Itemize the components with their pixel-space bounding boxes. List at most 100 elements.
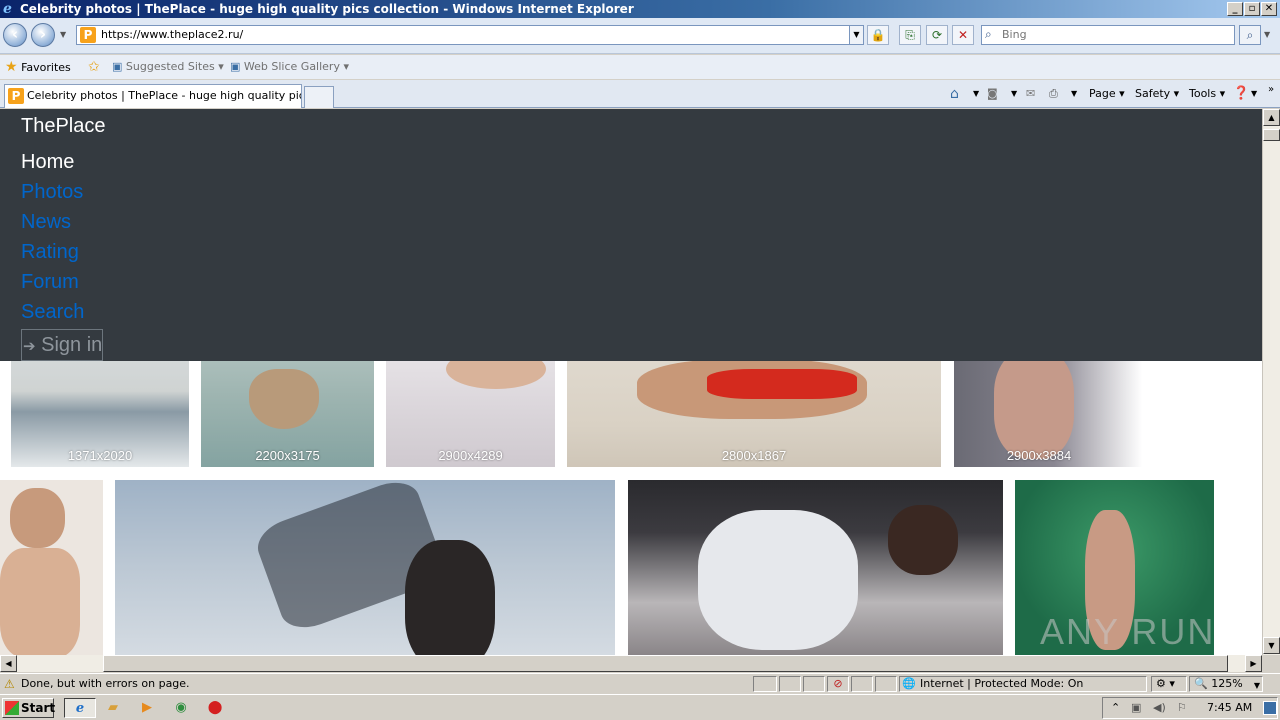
recent-pages-dropdown-icon[interactable]: ▼	[60, 30, 66, 39]
scroll-left-icon[interactable]: ◀	[0, 655, 17, 672]
nav-home[interactable]: Home	[21, 151, 74, 174]
back-button[interactable]: ‹	[3, 23, 27, 47]
address-bar[interactable]: P https://www.theplace2.ru/ ▼	[76, 25, 864, 45]
status-cell	[851, 676, 873, 692]
photo-figure	[707, 369, 857, 399]
ie-page-icon: ▣	[230, 60, 241, 73]
stop-icon[interactable]: ✕	[952, 25, 974, 45]
lock-icon[interactable]: 🔒	[867, 25, 889, 45]
site-brand[interactable]: ThePlace	[21, 115, 106, 138]
photo-thumbnail[interactable]	[628, 480, 1003, 655]
photo-figure	[249, 369, 319, 429]
suggested-sites-button[interactable]: ▣ Suggested Sites ▾	[112, 59, 224, 75]
feeds-icon[interactable]: ◙	[987, 86, 998, 102]
status-bar: ⚠ Done, but with errors on page. ⊘ 🌐 Int…	[0, 673, 1280, 693]
minimize-button[interactable]: _	[1227, 2, 1243, 16]
folder-icon[interactable]: ▰	[103, 698, 123, 718]
hscroll-thumb[interactable]	[103, 655, 1228, 672]
scrollbar-corner	[1262, 655, 1280, 672]
tab-bar: P Celebrity photos | ThePlace - huge hig…	[0, 80, 1280, 108]
web-slice-gallery-button[interactable]: ▣ Web Slice Gallery ▾	[230, 59, 349, 75]
photo-thumbnail[interactable]	[0, 480, 103, 655]
compatibility-view-icon[interactable]: ⎘	[899, 25, 921, 45]
scroll-thumb[interactable]	[1263, 129, 1280, 141]
ie-page-icon: ▣	[112, 60, 123, 73]
ie-taskbar-icon[interactable]: e	[64, 698, 96, 718]
chrome-icon[interactable]: ◉	[171, 698, 191, 718]
network-icon[interactable]: ▣	[1131, 698, 1141, 718]
warning-icon[interactable]: ⚠	[4, 675, 15, 694]
photo-figure	[0, 548, 80, 655]
zoom-dropdown-icon[interactable]: ▼	[1254, 679, 1260, 693]
search-input[interactable]	[1002, 28, 1222, 41]
signin-button[interactable]: ➔ Sign in	[21, 329, 103, 361]
home-icon[interactable]: ⌂	[950, 86, 959, 102]
new-tab-button[interactable]	[304, 86, 334, 108]
forward-button[interactable]: ›	[31, 23, 55, 47]
status-message[interactable]: Done, but with errors on page.	[21, 674, 190, 693]
show-desktop-icon[interactable]	[1263, 701, 1277, 715]
nav-photos[interactable]: Photos	[21, 181, 83, 204]
restore-button[interactable]: ▫	[1244, 2, 1260, 16]
address-dropdown-icon[interactable]: ▼	[849, 26, 863, 44]
globe-icon: 🌐	[902, 677, 916, 690]
address-toolbar: ‹ › ▼ P https://www.theplace2.ru/ ▼ 🔒 ⎘ …	[0, 18, 1280, 54]
add-to-favorites-bar-icon[interactable]: ✩	[88, 59, 100, 75]
photo-dimensions: 2200x3175	[255, 448, 320, 463]
vertical-scrollbar[interactable]: ▲ ▼	[1262, 109, 1280, 655]
search-icon: ⌕	[985, 27, 992, 41]
close-window-button[interactable]: ✕	[1261, 2, 1277, 16]
zoom-icon: 🔍	[1194, 677, 1208, 690]
safety-menu[interactable]: Safety ▾	[1135, 86, 1179, 102]
zoom-control[interactable]: 🔍 125% ▼	[1189, 676, 1263, 692]
media-player-icon[interactable]: ▶	[137, 698, 157, 718]
scroll-up-icon[interactable]: ▲	[1263, 109, 1280, 126]
favorites-bar: ★ Favorites ✩ ▣ Suggested Sites ▾ ▣ Web …	[0, 55, 1280, 79]
status-cell	[875, 676, 897, 692]
url-text[interactable]: https://www.theplace2.ru/	[101, 28, 243, 41]
tools-menu[interactable]: Tools ▾	[1189, 86, 1225, 102]
nav-news[interactable]: News	[21, 211, 71, 234]
favorites-star-icon: ★	[5, 59, 18, 75]
action-center-flag-icon[interactable]: ⚐	[1177, 698, 1187, 718]
scroll-down-icon[interactable]: ▼	[1263, 637, 1280, 654]
refresh-icon[interactable]: ⟳	[926, 25, 948, 45]
feeds-dropdown-icon[interactable]: ▼	[1011, 86, 1017, 102]
photo-thumbnail[interactable]	[115, 480, 615, 655]
home-dropdown-icon[interactable]: ▼	[973, 86, 979, 102]
search-button[interactable]: ⌕	[1239, 25, 1261, 45]
photo-figure	[994, 349, 1074, 459]
help-dropdown-icon[interactable]: ▼	[1251, 86, 1257, 102]
site-favicon-icon: P	[80, 27, 96, 43]
site-navbar: ThePlace Home Photos News Rating Forum S…	[0, 109, 1262, 361]
page-menu[interactable]: Page ▾	[1089, 86, 1125, 102]
protected-mode-icon[interactable]: ⚙ ▾	[1151, 676, 1187, 692]
system-tray: ⌃ ▣ ◀) ⚐ 7:45 AM	[1102, 697, 1278, 719]
volume-icon[interactable]: ◀)	[1153, 698, 1166, 718]
search-box[interactable]: ⌕	[981, 25, 1235, 45]
print-icon[interactable]: ⎙	[1049, 86, 1058, 102]
nav-search[interactable]: Search	[21, 301, 84, 324]
windows-logo-icon	[5, 701, 19, 715]
mail-icon[interactable]: ✉	[1026, 86, 1035, 102]
help-icon[interactable]: ❓	[1233, 86, 1249, 102]
tab-theplace[interactable]: P Celebrity photos | ThePlace - huge hig…	[4, 84, 302, 108]
photo-dimensions: 2900x3884	[1006, 448, 1072, 463]
photo-figure	[698, 510, 858, 650]
opera-icon[interactable]: ⬤	[205, 698, 225, 718]
scroll-right-icon[interactable]: ▶	[1245, 655, 1262, 672]
tray-expand-icon[interactable]: ⌃	[1111, 698, 1120, 718]
photo-dimensions: 2800x1867	[721, 448, 787, 463]
print-dropdown-icon[interactable]: ▼	[1071, 86, 1077, 102]
clock[interactable]: 7:45 AM	[1207, 698, 1252, 718]
search-options-dropdown-icon[interactable]: ▼	[1264, 30, 1270, 39]
start-button[interactable]: Start	[2, 698, 55, 718]
popup-blocked-icon[interactable]: ⊘	[827, 676, 849, 692]
favorites-button[interactable]: ★ Favorites	[5, 59, 71, 76]
chevron-icon[interactable]: »	[1268, 82, 1274, 98]
nav-rating[interactable]: Rating	[21, 241, 79, 264]
nav-forum[interactable]: Forum	[21, 271, 79, 294]
horizontal-scrollbar[interactable]: ◀ ▶	[0, 655, 1262, 672]
status-cell	[779, 676, 801, 692]
security-zone[interactable]: 🌐 Internet | Protected Mode: On	[899, 676, 1147, 692]
